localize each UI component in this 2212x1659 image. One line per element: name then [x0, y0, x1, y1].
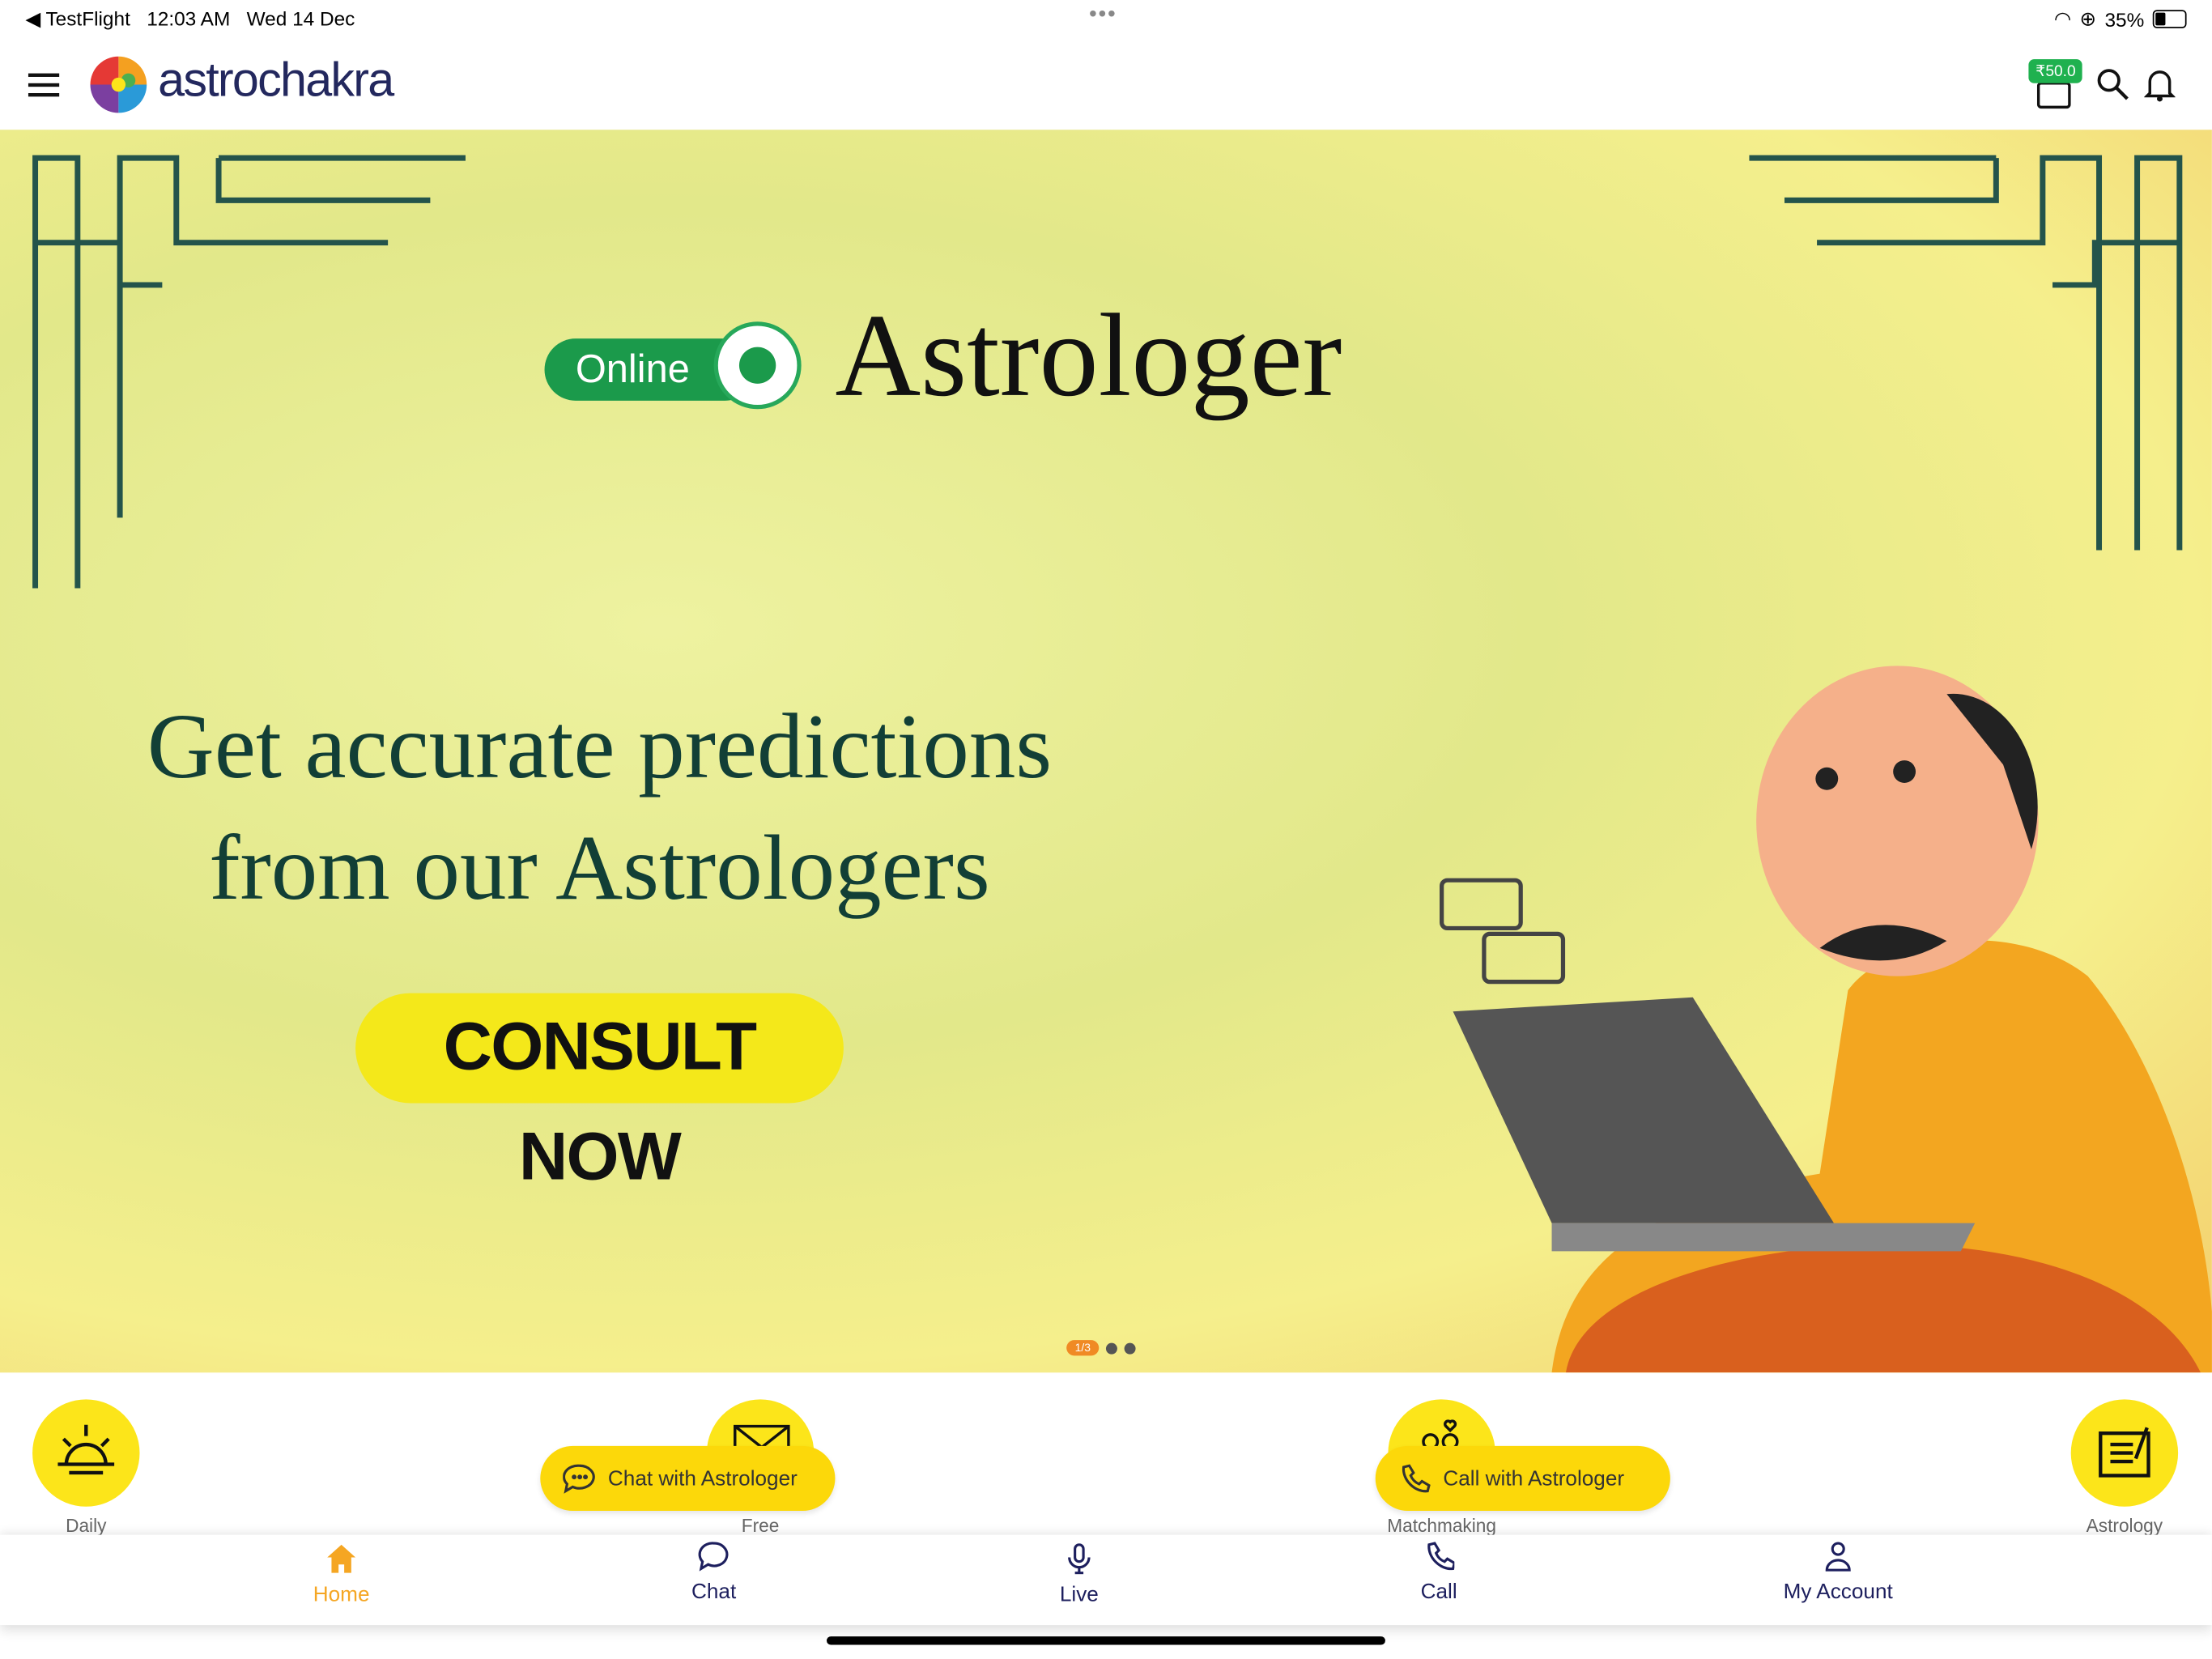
orientation-lock-icon: ⊕	[2079, 6, 2097, 30]
logo-text: astrochakra	[158, 53, 394, 108]
chat-icon	[698, 1542, 729, 1572]
category-label: Matchmaking	[1387, 1515, 1496, 1537]
category-label: Daily	[66, 1515, 107, 1537]
category-label: Free	[741, 1515, 780, 1537]
consult-now-button[interactable]: CONSULT NOW	[355, 993, 844, 1195]
carousel-dot[interactable]	[1106, 1342, 1118, 1354]
bell-icon[interactable]	[2144, 66, 2176, 103]
status-bar: ◀ TestFlight 12:03 AM Wed 14 Dec ••• ◠ ⊕ 3…	[0, 0, 2212, 40]
battery-icon	[2152, 10, 2187, 28]
battery-percent: 35%	[2104, 7, 2145, 31]
wallet-balance: ₹50.0	[2028, 59, 2083, 83]
bottom-tab-bar: Home Chat Live Call My Account	[0, 1534, 2212, 1626]
category-daily[interactable]	[32, 1399, 140, 1507]
sunrise-icon	[57, 1424, 115, 1475]
app-header: astrochakra ₹50.0	[0, 39, 2212, 132]
home-icon	[327, 1544, 356, 1573]
chat-with-astrologer-button[interactable]: Chat with Astrologer	[540, 1445, 836, 1512]
tab-my-account[interactable]: My Account	[1754, 1541, 1923, 1604]
promo-banner[interactable]: Online Astrologer Get accurate predictio…	[0, 130, 2212, 1373]
tab-home[interactable]: Home	[257, 1543, 426, 1606]
wifi-icon: ◠	[2053, 6, 2072, 30]
wallet-button[interactable]: ₹50.0	[2028, 59, 2091, 116]
menu-icon[interactable]	[28, 70, 62, 99]
category-astrology[interactable]	[2070, 1399, 2179, 1507]
call-with-astrologer-button[interactable]: Call with Astrologer	[1375, 1445, 1670, 1512]
time: 12:03 AM	[147, 6, 231, 30]
home-indicator[interactable]	[826, 1636, 1385, 1645]
banner-headline: Get accurate predictions from our Astrolo…	[147, 695, 1053, 920]
microphone-icon	[1068, 1543, 1091, 1575]
tab-chat[interactable]: Chat	[629, 1541, 798, 1604]
carousel-indicator[interactable]: 1/3	[1066, 1340, 1136, 1356]
search-icon[interactable]	[2096, 68, 2130, 102]
wallet-icon	[2036, 82, 2071, 109]
online-toggle-icon	[713, 321, 802, 410]
user-icon	[1825, 1542, 1851, 1572]
chat-icon	[563, 1464, 595, 1494]
date: Wed 14 Dec	[246, 6, 355, 30]
multitask-dots-icon[interactable]: •••	[1089, 2, 1117, 28]
carousel-page: 1/3	[1066, 1340, 1100, 1356]
banner-title: Astrologer	[835, 290, 1342, 422]
phone-icon	[1427, 1542, 1455, 1571]
astrochakra-logo-icon	[90, 56, 147, 113]
category-label: Astrology	[2086, 1515, 2163, 1537]
book-pen-icon	[2099, 1427, 2150, 1478]
astrologer-illustration	[1440, 666, 2212, 1373]
tab-call[interactable]: Call	[1355, 1541, 1524, 1604]
phone-icon	[1402, 1464, 1431, 1493]
carousel-dot[interactable]	[1124, 1342, 1136, 1354]
tab-live[interactable]: Live	[994, 1543, 1163, 1606]
back-to-app[interactable]: ◀ TestFlight	[25, 7, 130, 30]
